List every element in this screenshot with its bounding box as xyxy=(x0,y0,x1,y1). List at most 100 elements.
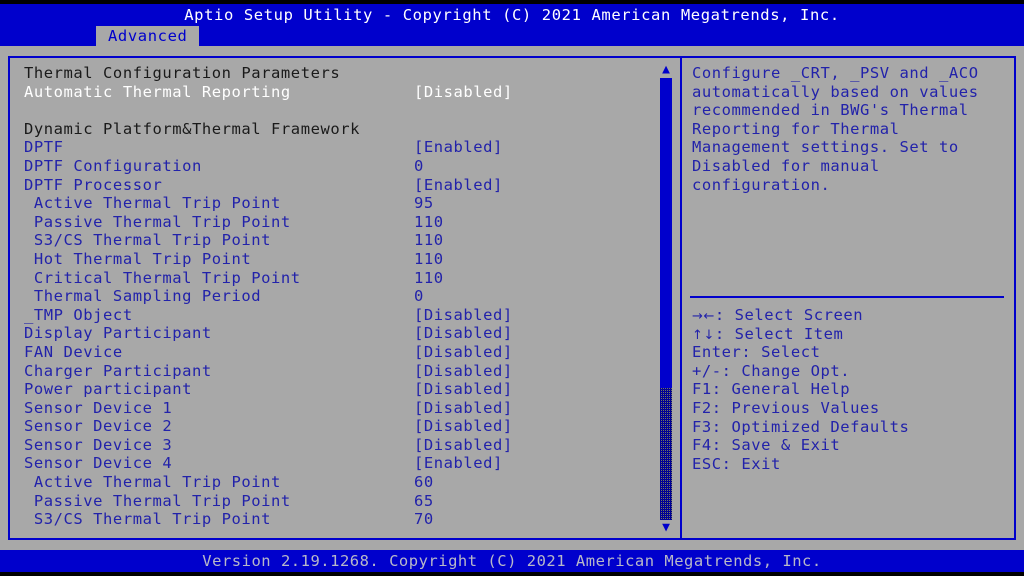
settings-row[interactable]: Hot Thermal Trip Point 110 xyxy=(24,250,644,269)
settings-row[interactable]: Passive Thermal Trip Point 110 xyxy=(24,213,644,232)
settings-row-value[interactable]: 95 xyxy=(414,194,434,213)
settings-row-label: Active Thermal Trip Point xyxy=(24,194,281,213)
key-legend-line: Enter: Select xyxy=(692,343,1004,362)
settings-row[interactable]: DPTF Processor [Enabled] xyxy=(24,176,644,195)
settings-row[interactable]: Critical Thermal Trip Point 110 xyxy=(24,269,644,288)
help-description-line: Reporting for Thermal xyxy=(692,119,900,138)
key-legend-line: ESC: Exit xyxy=(692,455,1004,474)
settings-row-label: Dynamic Platform&Thermal Framework xyxy=(24,119,360,138)
settings-row-value[interactable]: 110 xyxy=(414,269,444,288)
settings-row-value[interactable]: 0 xyxy=(414,287,424,306)
settings-row[interactable]: Passive Thermal Trip Point 65 xyxy=(24,492,644,511)
key-legend-text: F2: Previous Values xyxy=(692,398,880,417)
settings-row[interactable]: Sensor Device 4 [Enabled] xyxy=(24,454,644,473)
settings-row-value[interactable]: [Enabled] xyxy=(414,138,503,157)
key-legend-text: F3: Optimized Defaults xyxy=(692,417,910,436)
settings-row-value[interactable]: 65 xyxy=(414,492,434,511)
settings-row[interactable]: FAN Device [Disabled] xyxy=(24,343,644,362)
settings-row[interactable]: Active Thermal Trip Point 60 xyxy=(24,473,644,492)
scrollbar-thumb[interactable] xyxy=(660,78,672,388)
key-legend-text: : Select Screen xyxy=(714,306,864,324)
key-legend-line: F3: Optimized Defaults xyxy=(692,418,1004,437)
settings-row-spacer xyxy=(24,101,644,120)
settings-row-label: Charger Participant xyxy=(24,361,212,380)
settings-row: Thermal Configuration Parameters xyxy=(24,64,644,83)
settings-row[interactable]: Charger Participant [Disabled] xyxy=(24,362,644,381)
settings-panel: Thermal Configuration Parameters Automati… xyxy=(8,56,680,540)
key-legend-text: Enter: Select xyxy=(692,343,821,362)
settings-row-value[interactable]: [Enabled] xyxy=(414,454,503,473)
arrow-keys-icon: ↑↓ xyxy=(692,327,715,343)
settings-row-label: S3/CS Thermal Trip Point xyxy=(24,231,272,250)
settings-row-label: Passive Thermal Trip Point xyxy=(24,212,291,231)
settings-row-value[interactable]: 110 xyxy=(414,213,444,232)
key-legend-line: F4: Save & Exit xyxy=(692,436,1004,455)
settings-row-label: _TMP Object xyxy=(24,305,133,324)
tab-bar: Advanced xyxy=(0,26,1024,46)
settings-row-value[interactable]: 0 xyxy=(414,157,424,176)
settings-row-label: Automatic Thermal Reporting xyxy=(24,82,291,101)
settings-row[interactable]: _TMP Object [Disabled] xyxy=(24,306,644,325)
tab-advanced[interactable]: Advanced xyxy=(96,26,200,46)
body-area: Thermal Configuration Parameters Automati… xyxy=(0,46,1024,550)
settings-row-label: Thermal Sampling Period xyxy=(24,287,262,306)
settings-row-label: Display Participant xyxy=(24,324,212,343)
settings-row[interactable]: Power participant [Disabled] xyxy=(24,380,644,399)
settings-row-label: FAN Device xyxy=(24,342,123,361)
key-legend-text: : Select Item xyxy=(714,324,844,343)
settings-row-label: Sensor Device 2 xyxy=(24,417,173,436)
settings-row[interactable]: Sensor Device 2 [Disabled] xyxy=(24,417,644,436)
settings-list: Thermal Configuration Parameters Automati… xyxy=(24,64,644,529)
settings-row-value[interactable]: [Disabled] xyxy=(414,324,513,343)
settings-row-value[interactable]: 110 xyxy=(414,231,444,250)
key-legend-line: F2: Previous Values xyxy=(692,399,1004,418)
settings-row[interactable]: S3/CS Thermal Trip Point 110 xyxy=(24,231,644,250)
settings-row-value[interactable]: [Enabled] xyxy=(414,176,503,195)
help-description-line: recommended in BWG's Thermal xyxy=(692,101,969,120)
settings-row[interactable]: Active Thermal Trip Point 95 xyxy=(24,194,644,213)
settings-row[interactable]: DPTF Configuration 0 xyxy=(24,157,644,176)
arrow-keys-icon: →← xyxy=(692,309,715,324)
settings-row[interactable]: Sensor Device 3 [Disabled] xyxy=(24,436,644,455)
help-panel: Configure _CRT, _PSV and _ACO automatical… xyxy=(680,56,1016,540)
settings-row-value[interactable]: 60 xyxy=(414,473,434,492)
help-description: Configure _CRT, _PSV and _ACO automatical… xyxy=(692,64,1004,194)
settings-row-value[interactable]: [Disabled] xyxy=(414,399,513,418)
bios-setup-screen: Aptio Setup Utility - Copyright (C) 2021… xyxy=(0,0,1024,576)
settings-row[interactable]: S3/CS Thermal Trip Point 70 xyxy=(24,510,644,529)
help-description-line: Management settings. Set to xyxy=(692,138,959,157)
settings-row: Dynamic Platform&Thermal Framework xyxy=(24,120,644,139)
settings-row-value[interactable]: 70 xyxy=(414,510,434,529)
settings-row-value[interactable]: [Disabled] xyxy=(414,417,513,436)
settings-row-value[interactable]: [Disabled] xyxy=(414,380,513,399)
footer-bar: Version 2.19.1268. Copyright (C) 2021 Am… xyxy=(0,550,1024,572)
settings-row[interactable]: DPTF [Enabled] xyxy=(24,138,644,157)
settings-row-label: Sensor Device 4 xyxy=(24,454,173,473)
settings-row-label: Passive Thermal Trip Point xyxy=(24,491,291,510)
key-legend-line: →←: Select Screen xyxy=(692,306,1004,325)
settings-row-label: DPTF Configuration xyxy=(24,156,202,175)
settings-row-label: DPTF Processor xyxy=(24,175,163,194)
settings-row[interactable]: Display Participant [Disabled] xyxy=(24,324,644,343)
settings-row-value[interactable]: [Disabled] xyxy=(414,306,513,325)
key-legend-line: +/-: Change Opt. xyxy=(692,362,1004,381)
title-bar: Aptio Setup Utility - Copyright (C) 2021… xyxy=(0,4,1024,26)
help-divider xyxy=(690,296,1004,298)
settings-scrollbar[interactable]: ▲ ▼ xyxy=(658,63,674,534)
settings-row-label: DPTF xyxy=(24,138,64,157)
key-legend-line: F1: General Help xyxy=(692,380,1004,399)
settings-row-value[interactable]: [Disabled] xyxy=(414,436,513,455)
settings-row-value[interactable]: [Disabled] xyxy=(414,362,513,381)
scroll-down-arrow-icon[interactable]: ▼ xyxy=(659,521,673,534)
settings-row[interactable]: Sensor Device 1 [Disabled] xyxy=(24,399,644,418)
key-legend: →←: Select Screen ↑↓: Select Item Enter: S… xyxy=(692,306,1004,473)
settings-row[interactable]: Thermal Sampling Period 0 xyxy=(24,287,644,306)
settings-row-label: Sensor Device 1 xyxy=(24,398,173,417)
settings-row-value[interactable]: [Disabled] xyxy=(414,343,513,362)
key-legend-text: ESC: Exit xyxy=(692,454,781,473)
scroll-up-arrow-icon[interactable]: ▲ xyxy=(659,63,673,76)
settings-row-value[interactable]: 110 xyxy=(414,250,444,269)
settings-row-label: Thermal Configuration Parameters xyxy=(24,64,341,82)
key-legend-line: ↑↓: Select Item xyxy=(692,325,1004,344)
key-legend-text: F1: General Help xyxy=(692,380,851,399)
